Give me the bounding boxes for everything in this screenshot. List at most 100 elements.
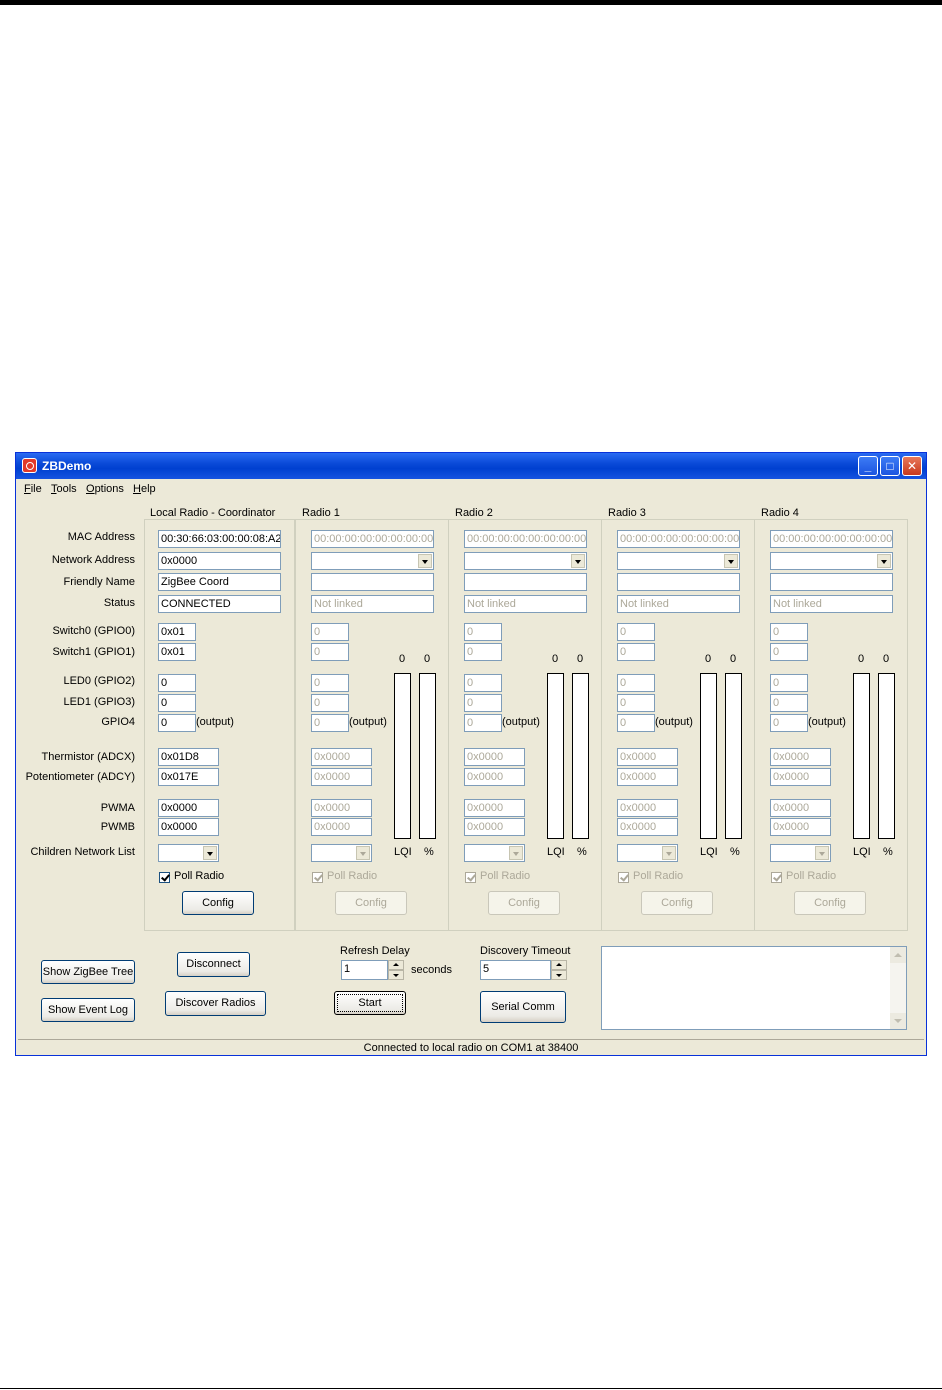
radio-1-pwmb-field[interactable]: 0x0000 [311, 818, 372, 836]
radio-3-led0-field[interactable]: 0 [617, 674, 655, 692]
log-scrollbar[interactable] [890, 947, 906, 1029]
radio-2-status-field[interactable]: Not linked [464, 595, 587, 613]
discovery-timeout-spinner[interactable] [551, 960, 567, 980]
radio-2-pwmb-field[interactable]: 0x0000 [464, 818, 525, 836]
local-thermistor-field[interactable]: 0x01D8 [158, 748, 219, 766]
radio-1-friendly-field[interactable] [311, 573, 434, 591]
radio-2-gpio4-field[interactable]: 0 [464, 714, 502, 732]
local-friendly-field[interactable]: ZigBee Coord [158, 573, 281, 591]
minimize-button[interactable]: _ [858, 456, 878, 476]
menu-help[interactable]: Help [133, 483, 156, 495]
radio-3-potentiometer-field[interactable]: 0x0000 [617, 768, 678, 786]
radio-2-pwma-field[interactable]: 0x0000 [464, 799, 525, 817]
radio-3-network-dropdown[interactable] [617, 552, 740, 570]
local-config-button[interactable]: Config [182, 891, 254, 915]
radio-4-led0-field[interactable]: 0 [770, 674, 808, 692]
local-status-field[interactable]: CONNECTED [158, 595, 281, 613]
spin-down-icon[interactable] [388, 970, 404, 980]
radio-2-children-dropdown[interactable] [464, 844, 525, 862]
radio-1-led0-field[interactable]: 0 [311, 674, 349, 692]
discover-radios-button[interactable]: Discover Radios [165, 991, 266, 1016]
local-switch1-field[interactable]: 0x01 [158, 643, 196, 661]
menu-tools[interactable]: Tools [51, 483, 77, 495]
radio-1-thermistor-field[interactable]: 0x0000 [311, 748, 372, 766]
local-pwmb-field[interactable]: 0x0000 [158, 818, 219, 836]
spin-down-icon[interactable] [551, 970, 567, 980]
radio-2-mac-field[interactable]: 00:00:00:00:00:00:00:00 [464, 530, 587, 548]
radio-1-switch0-field[interactable]: 0 [311, 623, 349, 641]
discovery-timeout-input[interactable]: 5 [480, 960, 551, 980]
local-switch0-field[interactable]: 0x01 [158, 623, 196, 641]
radio-1-config-button[interactable]: Config [335, 891, 407, 915]
radio-1-children-dropdown[interactable] [311, 844, 372, 862]
radio-2-led0-field[interactable]: 0 [464, 674, 502, 692]
event-log-textarea[interactable] [601, 946, 907, 1030]
radio-4-led1-field[interactable]: 0 [770, 694, 808, 712]
menu-file[interactable]: File [24, 483, 42, 495]
radio-3-pwmb-field[interactable]: 0x0000 [617, 818, 678, 836]
radio-2-network-dropdown[interactable] [464, 552, 587, 570]
radio-2-led1-field[interactable]: 0 [464, 694, 502, 712]
radio-4-status-field[interactable]: Not linked [770, 595, 893, 613]
radio-1-gpio4-field[interactable]: 0 [311, 714, 349, 732]
local-pwma-field[interactable]: 0x0000 [158, 799, 219, 817]
radio-4-children-dropdown[interactable] [770, 844, 831, 862]
radio-4-thermistor-field[interactable]: 0x0000 [770, 748, 831, 766]
radio-2-switch0-field[interactable]: 0 [464, 623, 502, 641]
radio-2-switch1-field[interactable]: 0 [464, 643, 502, 661]
scroll-down-icon[interactable] [890, 1013, 906, 1029]
radio-3-poll-checkbox[interactable] [618, 872, 629, 883]
radio-1-led1-field[interactable]: 0 [311, 694, 349, 712]
refresh-delay-spinner[interactable] [388, 960, 404, 980]
scroll-up-icon[interactable] [890, 947, 906, 963]
serial-comm-button[interactable]: Serial Comm [480, 991, 566, 1023]
menu-options[interactable]: Options [86, 483, 124, 495]
radio-1-switch1-field[interactable]: 0 [311, 643, 349, 661]
radio-3-pwma-field[interactable]: 0x0000 [617, 799, 678, 817]
radio-4-mac-field[interactable]: 00:00:00:00:00:00:00:00 [770, 530, 893, 548]
radio-4-config-button[interactable]: Config [794, 891, 866, 915]
local-led1-field[interactable]: 0 [158, 694, 196, 712]
radio-3-gpio4-field[interactable]: 0 [617, 714, 655, 732]
radio-1-pwma-field[interactable]: 0x0000 [311, 799, 372, 817]
radio-1-poll-checkbox[interactable] [312, 872, 323, 883]
radio-2-potentiometer-field[interactable]: 0x0000 [464, 768, 525, 786]
radio-2-config-button[interactable]: Config [488, 891, 560, 915]
local-network-field[interactable]: 0x0000 [158, 552, 281, 570]
radio-3-switch0-field[interactable]: 0 [617, 623, 655, 641]
radio-2-friendly-field[interactable] [464, 573, 587, 591]
close-button[interactable]: ✕ [902, 456, 922, 476]
show-event-log-button[interactable]: Show Event Log [41, 998, 135, 1022]
radio-1-status-field[interactable]: Not linked [311, 595, 434, 613]
local-children-dropdown[interactable] [158, 844, 219, 862]
app-icon[interactable] [22, 458, 37, 473]
radio-1-mac-field[interactable]: 00:00:00:00:00:00:00:00 [311, 530, 434, 548]
radio-4-pwma-field[interactable]: 0x0000 [770, 799, 831, 817]
radio-4-switch0-field[interactable]: 0 [770, 623, 808, 641]
radio-3-status-field[interactable]: Not linked [617, 595, 740, 613]
refresh-delay-input[interactable]: 1 [341, 960, 388, 980]
start-button[interactable]: Start [334, 991, 406, 1015]
radio-4-switch1-field[interactable]: 0 [770, 643, 808, 661]
local-poll-checkbox[interactable] [159, 872, 170, 883]
radio-4-gpio4-field[interactable]: 0 [770, 714, 808, 732]
radio-4-friendly-field[interactable] [770, 573, 893, 591]
spin-up-icon[interactable] [551, 960, 567, 970]
local-potentiometer-field[interactable]: 0x017E [158, 768, 219, 786]
radio-2-thermistor-field[interactable]: 0x0000 [464, 748, 525, 766]
radio-4-poll-checkbox[interactable] [771, 872, 782, 883]
radio-2-poll-checkbox[interactable] [465, 872, 476, 883]
radio-3-mac-field[interactable]: 00:00:00:00:00:00:00:00 [617, 530, 740, 548]
radio-3-config-button[interactable]: Config [641, 891, 713, 915]
radio-3-friendly-field[interactable] [617, 573, 740, 591]
spin-up-icon[interactable] [388, 960, 404, 970]
radio-3-children-dropdown[interactable] [617, 844, 678, 862]
radio-3-led1-field[interactable]: 0 [617, 694, 655, 712]
local-led0-field[interactable]: 0 [158, 674, 196, 692]
radio-1-network-dropdown[interactable] [311, 552, 434, 570]
radio-3-switch1-field[interactable]: 0 [617, 643, 655, 661]
radio-1-potentiometer-field[interactable]: 0x0000 [311, 768, 372, 786]
radio-4-potentiometer-field[interactable]: 0x0000 [770, 768, 831, 786]
show-zigbee-tree-button[interactable]: Show ZigBee Tree [41, 960, 135, 984]
local-gpio4-field[interactable]: 0 [158, 714, 196, 732]
